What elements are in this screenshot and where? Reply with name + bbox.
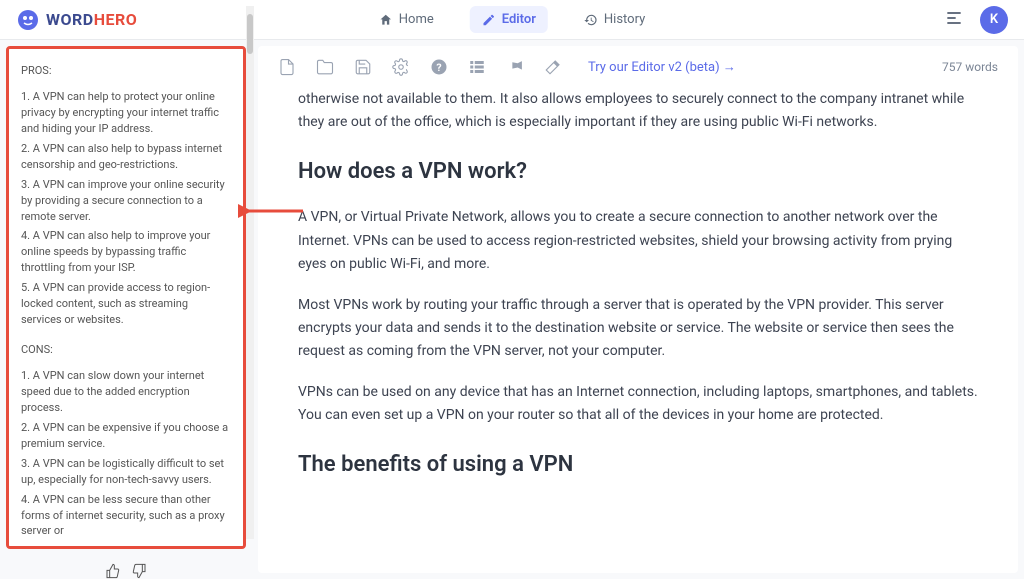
pencil-icon	[482, 13, 496, 27]
pros-item: 2. A VPN can also help to bypass interne…	[21, 141, 231, 173]
pros-title: PROS:	[21, 63, 231, 79]
logo[interactable]: WORDHERO	[16, 8, 137, 32]
main-layout: PROS: 1. A VPN can help to protect your …	[0, 40, 1024, 579]
logo-icon	[16, 8, 40, 32]
nav-history[interactable]: History	[572, 6, 657, 33]
feedback-thumbs	[6, 555, 246, 579]
avatar-initial: K	[990, 12, 998, 27]
editor-area: ? Try our Editor v2 (beta) → 757 words o…	[258, 46, 1018, 573]
nav-center: Home Editor History	[367, 6, 658, 33]
editor-toolbar: ? Try our Editor v2 (beta) → 757 words	[258, 46, 1018, 88]
heading: The benefits of using a VPN	[298, 447, 978, 483]
nav-editor[interactable]: Editor	[470, 6, 548, 33]
heading: How does a VPN work?	[298, 154, 978, 190]
list-icon[interactable]	[468, 58, 486, 76]
paragraph: A VPN, or Virtual Private Network, allow…	[298, 206, 978, 275]
cons-title: CONS:	[21, 342, 231, 358]
topbar-right: K	[944, 6, 1008, 34]
cons-item: 4. A VPN can be less secure than other f…	[21, 492, 231, 540]
logo-text-hero: HERO	[94, 10, 138, 29]
gear-icon[interactable]	[392, 58, 410, 76]
magic-wand-icon[interactable]	[544, 58, 562, 76]
history-icon	[584, 13, 598, 27]
sidebar-output: PROS: 1. A VPN can help to protect your …	[6, 46, 246, 549]
avatar[interactable]: K	[980, 6, 1008, 34]
pin-icon[interactable]	[506, 58, 524, 76]
folder-open-icon[interactable]	[316, 58, 334, 76]
thumbs-down-icon[interactable]	[131, 563, 147, 579]
nav-home-label: Home	[399, 12, 434, 27]
menu-toggle[interactable]	[944, 8, 964, 32]
pros-item: 4. A VPN can also help to improve your o…	[21, 228, 231, 276]
editor-content[interactable]: otherwise not available to them. It also…	[258, 88, 1018, 565]
help-icon[interactable]: ?	[430, 58, 448, 76]
scroll-thumb[interactable]	[247, 14, 253, 54]
cons-item: 1. A VPN can slow down your internet spe…	[21, 368, 231, 416]
left-column: PROS: 1. A VPN can help to protect your …	[0, 40, 246, 579]
save-icon[interactable]	[354, 58, 372, 76]
nav-history-label: History	[604, 12, 645, 27]
cons-item: 3. A VPN can be logistically difficult t…	[21, 456, 231, 488]
hamburger-icon	[944, 8, 964, 28]
nav-home[interactable]: Home	[367, 6, 446, 33]
paragraph: otherwise not available to them. It also…	[298, 88, 978, 134]
nav-editor-label: Editor	[502, 12, 536, 27]
paragraph: VPNs can be used on any device that has …	[298, 381, 978, 427]
sidebar-scrollbar[interactable]	[246, 6, 254, 539]
top-navigation: WORDHERO Home Editor History K	[0, 0, 1024, 40]
pros-item: 3. A VPN can improve your online securit…	[21, 177, 231, 225]
paragraph: Most VPNs work by routing your traffic t…	[298, 294, 978, 363]
logo-text-word: WORD	[46, 10, 94, 29]
home-icon	[379, 13, 393, 27]
pros-item: 5. A VPN can provide access to region-lo…	[21, 280, 231, 328]
word-count: 757 words	[942, 60, 998, 74]
pros-item: 1. A VPN can help to protect your online…	[21, 89, 231, 137]
try-v2-link[interactable]: Try our Editor v2 (beta) →	[588, 59, 736, 75]
svg-text:?: ?	[436, 61, 441, 74]
new-file-icon[interactable]	[278, 58, 296, 76]
cons-item: 2. A VPN can be expensive if you choose …	[21, 420, 231, 452]
thumbs-up-icon[interactable]	[105, 563, 121, 579]
